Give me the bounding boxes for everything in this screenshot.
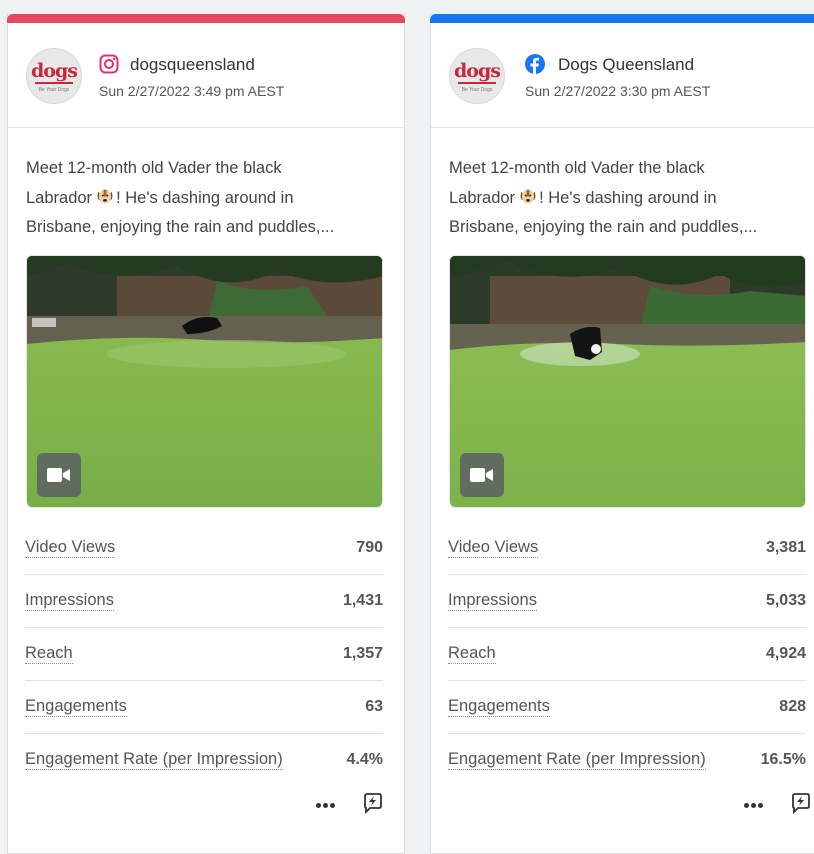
metric-value: 1,431: [342, 592, 383, 609]
avatar-logo-rule: [35, 82, 73, 84]
more-icon[interactable]: [744, 795, 766, 815]
metric-label[interactable]: Video Views: [25, 538, 116, 558]
post-caption: Meet 12-month old Vader the black Labrad…: [449, 154, 809, 243]
post-media-video[interactable]: [449, 255, 806, 508]
avatar-logo-tagline: Be Your Dogs: [38, 87, 70, 93]
metric-label[interactable]: Reach: [25, 644, 73, 664]
metric-value: 790: [356, 539, 383, 556]
metric-impressions: Impressions 1,431: [25, 575, 383, 628]
metric-label[interactable]: Impressions: [448, 591, 537, 611]
more-icon[interactable]: [316, 795, 338, 815]
post-card-instagram[interactable]: dogs Be Your Dogs dogsqueensland Sun 2/2…: [7, 14, 405, 854]
caption-line: Brisbane, enjoying the rain and puddles,…: [26, 218, 335, 236]
metric-engagements: Engagements 63: [25, 681, 383, 734]
caption-line: Meet 12-month old Vader the black: [449, 159, 705, 177]
caption-text: ! He's dashing around in: [116, 188, 294, 207]
caption-line: Brisbane, enjoying the rain and puddles,…: [449, 218, 758, 236]
metric-label[interactable]: Video Views: [448, 538, 539, 558]
account-name[interactable]: dogsqueensland: [130, 55, 255, 75]
metric-reach: Reach 1,357: [25, 628, 383, 681]
metric-label[interactable]: Engagement Rate (per Impression): [448, 750, 706, 770]
metric-value: 16.5%: [760, 751, 806, 768]
caption-text: Labrador: [449, 188, 516, 207]
metric-engagement-rate: Engagement Rate (per Impression) 4.4%: [25, 734, 383, 787]
post-timestamp: Sun 2/27/2022 3:30 pm AEST: [525, 83, 711, 99]
caption-line: Meet 12-month old Vader the black: [26, 159, 282, 177]
post-card-facebook[interactable]: dogs Be Your Dogs Dogs Queensland Sun 2/…: [430, 14, 814, 854]
metric-label[interactable]: Engagements: [448, 697, 550, 717]
metric-video-views: Video Views 790: [25, 522, 383, 575]
caption-line: Labrador ! He's dashing around in: [449, 184, 809, 214]
metric-reach: Reach 4,924: [448, 628, 806, 681]
avatar[interactable]: dogs Be Your Dogs: [26, 48, 82, 104]
metric-engagements: Engagements 828: [448, 681, 806, 734]
dog-face-emoji: [97, 188, 113, 204]
caption-line: Labrador ! He's dashing around in: [26, 184, 386, 214]
metric-label[interactable]: Engagement Rate (per Impression): [25, 750, 283, 770]
avatar-logo-text: dogs: [31, 60, 78, 82]
post-caption: Meet 12-month old Vader the black Labrad…: [26, 154, 386, 243]
avatar-logo-text: dogs: [454, 60, 501, 82]
metric-value: 4,924: [765, 645, 806, 662]
metric-value: 828: [779, 698, 806, 715]
avatar[interactable]: dogs Be Your Dogs: [449, 48, 505, 104]
metric-engagement-rate: Engagement Rate (per Impression) 16.5%: [448, 734, 806, 787]
metric-value: 63: [365, 698, 383, 715]
video-icon: [460, 453, 504, 497]
post-header: dogs Be Your Dogs Dogs Queensland Sun 2/…: [431, 15, 814, 128]
avatar-logo-tagline: Be Your Dogs: [461, 87, 493, 93]
metric-label[interactable]: Impressions: [25, 591, 114, 611]
caption-text: Labrador: [26, 188, 93, 207]
metric-value: 1,357: [342, 645, 383, 662]
metric-value: 4.4%: [346, 751, 383, 768]
post-media-video[interactable]: [26, 255, 383, 508]
account-name[interactable]: Dogs Queensland: [558, 55, 694, 75]
facebook-icon: [525, 54, 545, 74]
video-icon: [37, 453, 81, 497]
metric-value: 5,033: [765, 592, 806, 609]
metric-video-views: Video Views 3,381: [448, 522, 806, 575]
caption-text: ! He's dashing around in: [539, 188, 717, 207]
metric-label[interactable]: Reach: [448, 644, 496, 664]
avatar-logo-rule: [458, 82, 496, 84]
boost-icon[interactable]: [790, 792, 812, 814]
metric-impressions: Impressions 5,033: [448, 575, 806, 628]
post-timestamp: Sun 2/27/2022 3:49 pm AEST: [99, 83, 285, 99]
metric-label[interactable]: Engagements: [25, 697, 127, 717]
post-header: dogs Be Your Dogs dogsqueensland Sun 2/2…: [8, 15, 404, 128]
instagram-icon: [99, 54, 119, 74]
dog-face-emoji: [520, 188, 536, 204]
metric-value: 3,381: [765, 539, 806, 556]
boost-icon[interactable]: [362, 792, 384, 814]
